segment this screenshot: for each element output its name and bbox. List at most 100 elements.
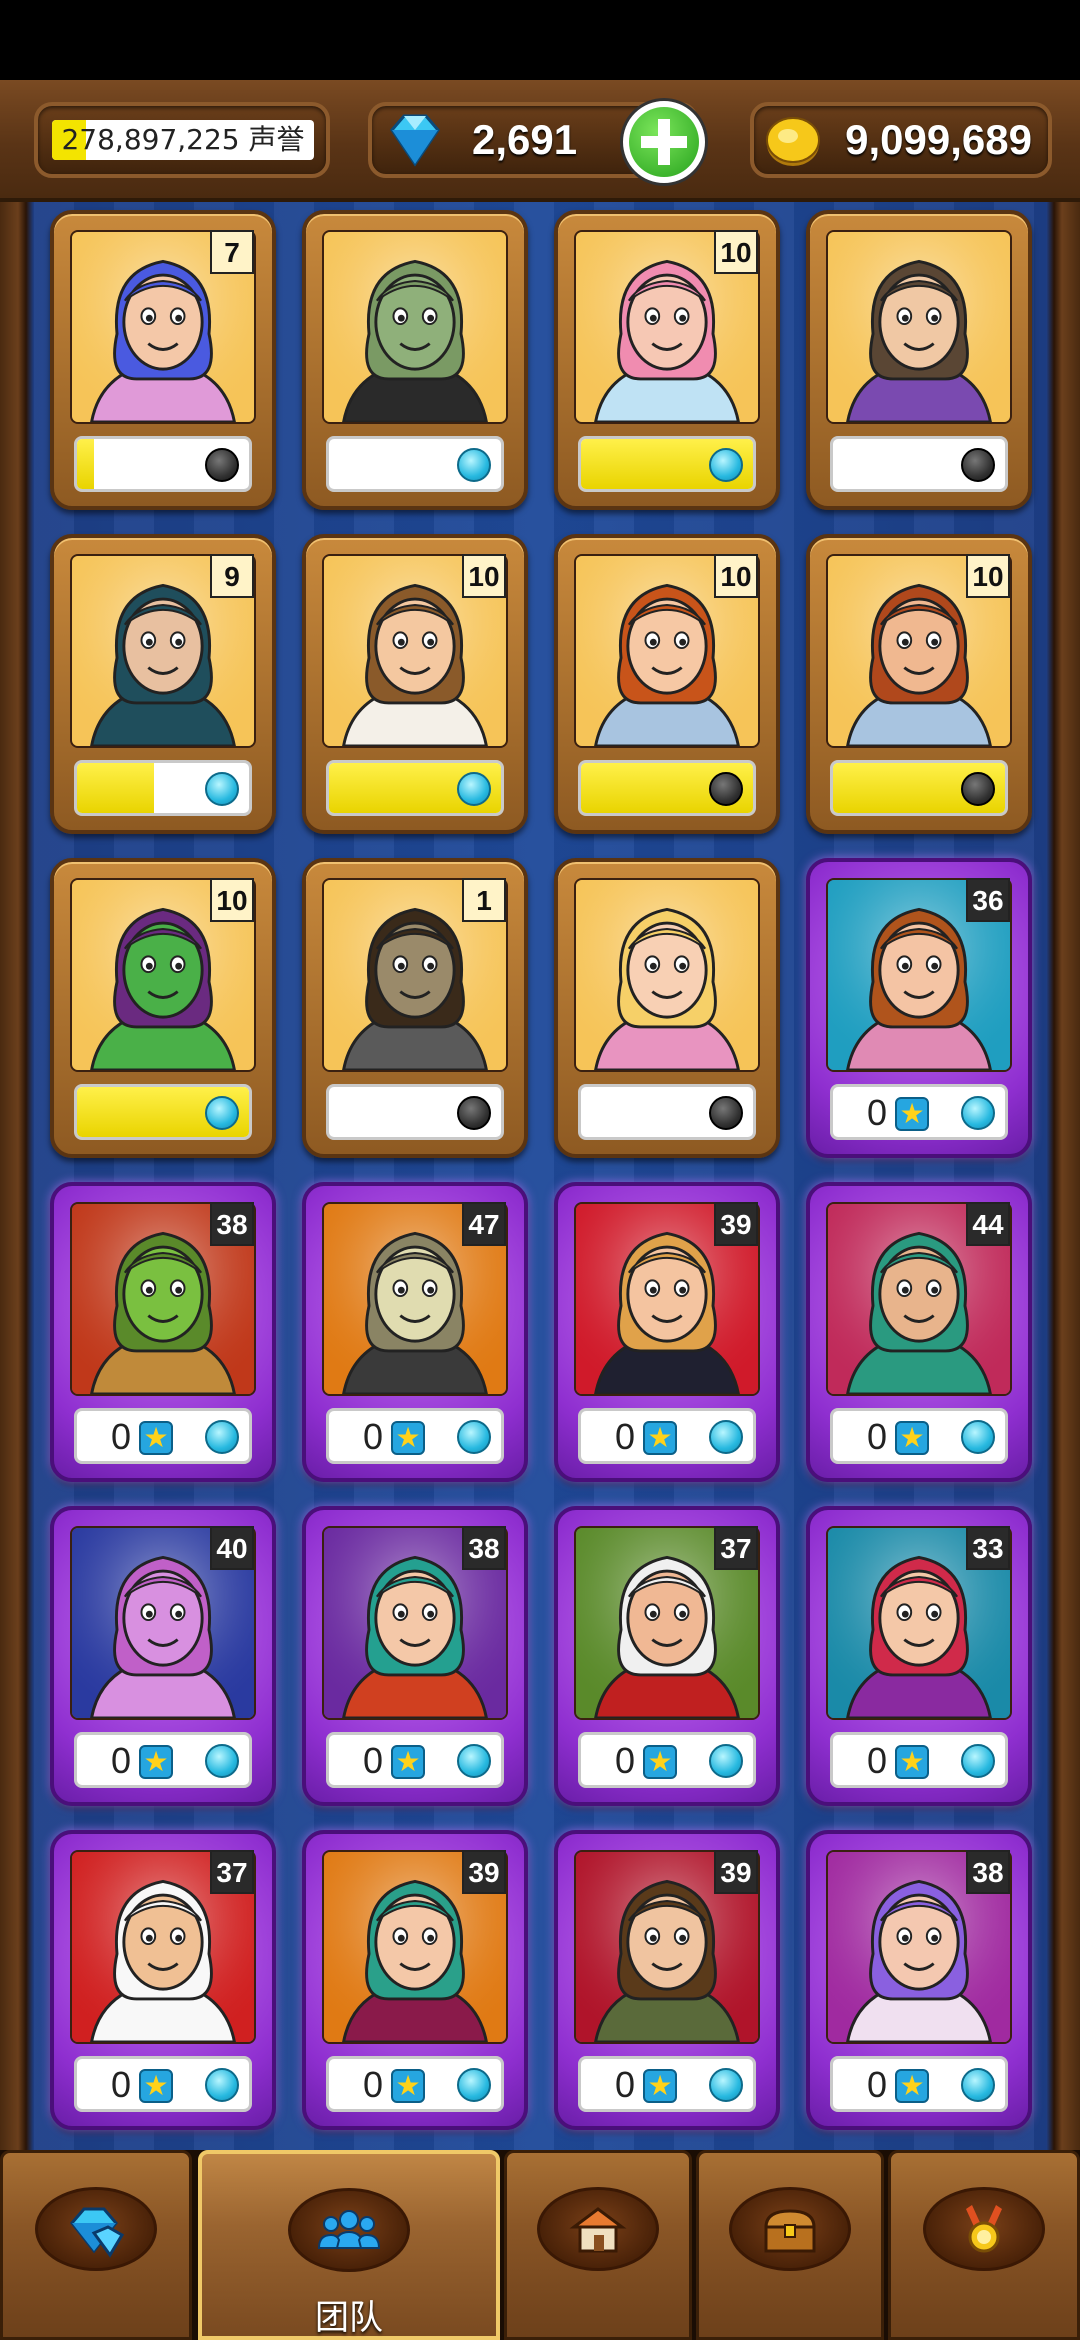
ready-orb-icon [205, 1744, 239, 1778]
inactive-orb-icon [709, 772, 743, 806]
hero-card-painter-elf[interactable]: 39 0 [302, 1830, 528, 2130]
inactive-orb-icon [457, 1096, 491, 1130]
hero-card-unicorn[interactable]: 40 0 [50, 1506, 276, 1806]
ready-orb-icon [205, 1096, 239, 1130]
nav-tab-team[interactable]: 团队 [198, 2150, 500, 2340]
ready-orb-icon [961, 1096, 995, 1130]
team-icon [317, 2198, 381, 2262]
stars-count: 0 [363, 1740, 384, 1781]
progress-bar [830, 436, 1008, 492]
level-badge: 39 [714, 1850, 758, 1894]
inactive-orb-icon [205, 448, 239, 482]
star-counter: 0 [830, 2056, 1008, 2112]
progress-bar [74, 1084, 252, 1140]
stars-count: 0 [615, 1416, 636, 1457]
nav-tab-achievements[interactable] [888, 2150, 1080, 2340]
inactive-orb-icon [961, 772, 995, 806]
nav-tab-gems[interactable] [0, 2150, 192, 2340]
level-badge: 10 [966, 554, 1010, 598]
star-icon [895, 2069, 929, 2103]
star-counter: 0 [578, 1408, 756, 1464]
add-gems-button[interactable] [620, 98, 708, 186]
level-badge: 44 [966, 1202, 1010, 1246]
star-counter: 0 [326, 1408, 504, 1464]
level-badge: 10 [210, 878, 254, 922]
ready-orb-icon [205, 1420, 239, 1454]
level-badge: 9 [210, 554, 254, 598]
hero-card-unicorn-girl[interactable]: 7 [50, 210, 276, 510]
hero-card-chef[interactable]: 37 0 [50, 1830, 276, 2130]
hero-card-cat-lady[interactable] [806, 210, 1032, 510]
star-counter: 0 [326, 2056, 504, 2112]
reputation-text: 278,897,225 声誉 [61, 123, 305, 156]
hero-card-crying-elf[interactable]: 10 [554, 210, 780, 510]
stars-count: 0 [111, 2064, 132, 2105]
hero-card-flower-girl[interactable]: 36 0 [806, 858, 1032, 1158]
progress-bar [578, 436, 756, 492]
nav-tab-buildings[interactable] [504, 2150, 692, 2340]
hero-card-curly-boy[interactable]: 10 [554, 534, 780, 834]
stars-count: 0 [615, 1740, 636, 1781]
star-icon [895, 1097, 929, 1131]
star-icon [391, 1745, 425, 1779]
coins-counter[interactable]: 9,099,689 [750, 102, 1052, 178]
level-badge: 40 [210, 1526, 254, 1570]
level-badge: 37 [714, 1526, 758, 1570]
level-badge: 38 [462, 1526, 506, 1570]
level-badge: 39 [462, 1850, 506, 1894]
ready-orb-icon [457, 2068, 491, 2102]
star-counter: 0 [326, 1732, 504, 1788]
hero-card-santa[interactable]: 37 0 [554, 1506, 780, 1806]
progress-bar [74, 760, 252, 816]
hero-card-goblin-keys[interactable]: 10 [50, 858, 276, 1158]
star-icon [643, 2069, 677, 2103]
coins-value: 9,099,689 [845, 116, 1032, 163]
hero-card-orc-sunglasses[interactable] [302, 210, 528, 510]
progress-bar [326, 1084, 504, 1140]
star-counter: 0 [830, 1084, 1008, 1140]
team-board[interactable]: 7 10 9 10 10 10 10 1 36 0 ★ 38 0 ★ 47 0 … [0, 202, 1080, 2150]
star-icon [895, 1421, 929, 1455]
ready-orb-icon [457, 448, 491, 482]
ready-orb-icon [961, 1420, 995, 1454]
hero-card-mustache-man[interactable]: 39 0 [554, 1182, 780, 1482]
ready-orb-icon [457, 772, 491, 806]
hero-card-blonde-girl[interactable] [554, 858, 780, 1158]
hero-card-fairy[interactable]: 38 0 [806, 1830, 1032, 2130]
hero-card-potion-elf[interactable]: 33 0 [806, 1506, 1032, 1806]
star-counter: 0 [830, 1408, 1008, 1464]
level-badge: 37 [210, 1850, 254, 1894]
hero-card-goblin-bat[interactable]: 38 0 [50, 1182, 276, 1482]
ready-orb-icon [457, 1744, 491, 1778]
hero-card-zombie[interactable]: 1 [302, 858, 528, 1158]
stars-count: 0 [867, 1740, 888, 1781]
resource-bar: 278,897,225 声誉 2,691 9,099,689 [0, 80, 1080, 202]
stars-count: 0 [111, 1416, 132, 1457]
ready-orb-icon [709, 448, 743, 482]
hero-card-elf-green-hair[interactable]: 38 0 [302, 1506, 528, 1806]
star-counter: 0 [74, 1732, 252, 1788]
star-icon [895, 1745, 929, 1779]
hero-card-bearded-man[interactable]: 10 [806, 534, 1032, 834]
hero-card-scientist[interactable]: 10 [302, 534, 528, 834]
progress-bar [326, 436, 504, 492]
house-icon [566, 2197, 630, 2261]
reputation-meter: 278,897,225 声誉 [52, 120, 314, 160]
stars-count: 0 [867, 1092, 888, 1133]
hero-card-ghost-boy[interactable]: 39 0 [554, 1830, 780, 2130]
star-counter: 0 [578, 2056, 756, 2112]
stars-count: 0 [867, 2064, 888, 2105]
level-badge: 38 [210, 1202, 254, 1246]
reputation-counter[interactable]: 278,897,225 声誉 [34, 102, 330, 178]
star-icon [643, 1421, 677, 1455]
ready-orb-icon [205, 2068, 239, 2102]
inactive-orb-icon [709, 1096, 743, 1130]
hero-card-sultan[interactable]: 44 0 [806, 1182, 1032, 1482]
diamond-icon [390, 114, 440, 167]
hero-card-ninja[interactable]: 9 [50, 534, 276, 834]
level-badge: 38 [966, 1850, 1010, 1894]
star-icon [139, 1421, 173, 1455]
ready-orb-icon [457, 1420, 491, 1454]
hero-card-skeleton[interactable]: 47 0 [302, 1182, 528, 1482]
nav-tab-chest[interactable] [696, 2150, 884, 2340]
